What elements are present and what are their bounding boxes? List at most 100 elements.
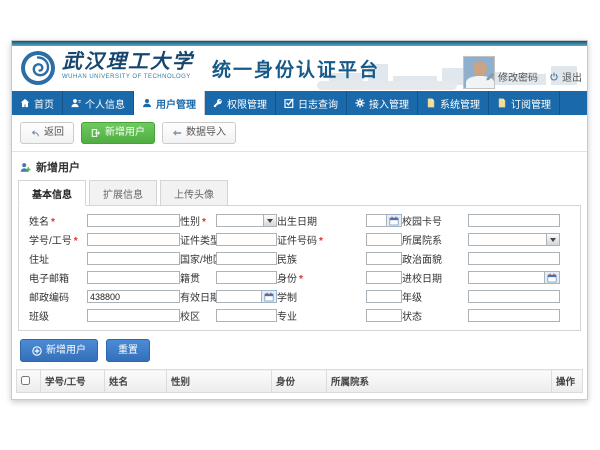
entry-date-input[interactable] [468,271,545,284]
nav-label: 接入管理 [369,96,409,111]
pencil-icon [485,72,495,82]
tab-upload-avatar[interactable]: 上传头像 [160,180,228,206]
import-arrow-icon [172,128,182,138]
submit-label: 新增用户 [46,345,86,356]
nav-item-permission-management[interactable]: 权限管理 [205,91,276,115]
field-label: 籍贯 [180,270,216,285]
name-input[interactable] [87,214,180,227]
data-import-button[interactable]: 数据导入 [162,122,236,144]
home-icon [20,98,30,108]
select-all-checkbox[interactable] [21,376,30,385]
label-text: 身份 [277,274,297,285]
col-student-id: 学号/工号 [41,370,105,393]
field-label: 学号/工号* [29,232,87,247]
section-header: 新增用户 [12,152,587,178]
doc-icon [426,98,436,108]
student-id-input[interactable] [87,233,180,246]
birth-date-input[interactable] [366,214,387,227]
country-region-input[interactable] [216,252,277,265]
ethnicity-input[interactable] [366,252,402,265]
label-text: 证件号码 [277,236,317,247]
address-input[interactable] [87,252,180,265]
app-window: 武汉理工大学 WUHAN UNIVERSITY OF TECHNOLOGY 统一… [11,40,588,400]
nav-item-home[interactable]: 首页 [12,91,63,115]
users-icon [142,98,152,108]
field-label: 有效日期 [180,289,216,304]
label-text: 有效日期 [180,293,220,304]
log-check-icon [284,98,294,108]
nav-label: 权限管理 [227,96,267,111]
major-input[interactable] [366,309,402,322]
field-label: 姓名* [29,213,87,228]
add-user-toolbar-button[interactable]: 新增用户 [81,122,155,144]
campus-input[interactable] [216,309,277,322]
field-label: 身份* [277,270,366,285]
class-input[interactable] [87,309,180,322]
identity-input[interactable] [366,271,402,284]
header-links: 修改密码 退出 [485,69,582,84]
required-asterisk: * [202,217,206,228]
field-label: 国家/地区 [180,251,216,266]
department-select-value[interactable] [468,233,547,246]
native-place-input[interactable] [216,271,277,284]
label-text: 专业 [277,312,297,323]
gender-select[interactable] [216,214,277,227]
label-text: 电子邮箱 [29,274,69,285]
chevron-down-icon[interactable] [547,233,560,246]
nav-label: 订阅管理 [511,96,551,111]
nav-item-log-query[interactable]: 日志查询 [276,91,347,115]
section-title: 新增用户 [36,159,80,175]
label-text: 班级 [29,312,49,323]
nav-item-user-management[interactable]: 用户管理 [134,91,205,115]
required-asterisk: * [74,236,78,247]
nav-item-access-management[interactable]: 接入管理 [347,91,418,115]
nav-item-system-management[interactable]: 系统管理 [418,91,489,115]
gear-icon [355,98,365,108]
submit-add-user-button[interactable]: 新增用户 [20,339,98,362]
required-asterisk: * [319,236,323,247]
change-password-label: 修改密码 [498,69,538,84]
id-number-input[interactable] [366,233,402,246]
education-system-input[interactable] [366,290,402,303]
label-text: 性别 [180,217,200,228]
grade-input[interactable] [468,290,560,303]
status-input[interactable] [468,309,560,322]
valid-date-input[interactable] [216,290,262,303]
toolbar: 返回 新增用户 数据导入 [12,115,587,152]
tab-basic-info[interactable]: 基本信息 [18,180,86,206]
table-header-row: 学号/工号 姓名 性别 身份 所属院系 操作 [17,370,583,393]
masthead: 武汉理工大学 WUHAN UNIVERSITY OF TECHNOLOGY 统一… [12,46,587,91]
label-text: 年级 [402,293,422,304]
label-text: 证件类型 [180,236,220,247]
field-label: 民族 [277,251,366,266]
reset-button[interactable]: 重置 [106,339,150,362]
label-text: 校区 [180,312,200,323]
birth-date-calendar-button[interactable] [387,214,402,227]
select-all-cell [17,370,41,393]
logout-link[interactable]: 退出 [549,69,582,84]
campus-card-input[interactable] [468,214,560,227]
chevron-down-icon[interactable] [264,214,277,227]
gender-select-value[interactable] [216,214,264,227]
nav-label: 个人信息 [85,96,125,111]
back-button[interactable]: 返回 [20,122,74,144]
id-type-input[interactable] [216,233,277,246]
university-name-cn: 武汉理工大学 [62,52,194,72]
department-select[interactable] [468,233,560,246]
key-icon [213,98,223,108]
main-nav: 首页 个人信息 用户管理 权限管理 日志查询 接入管理 系统管理 订阅管理 [12,91,587,115]
logout-label: 退出 [562,69,582,84]
nav-item-personal-info[interactable]: 个人信息 [63,91,134,115]
field-label: 政治面貌 [402,251,468,266]
valid-date-calendar-button[interactable] [262,290,277,303]
field-label: 进校日期 [402,270,468,285]
field-label: 学制 [277,289,366,304]
postal-code-input[interactable] [87,290,180,303]
nav-item-subscription-management[interactable]: 订阅管理 [489,91,560,115]
political-status-input[interactable] [468,252,560,265]
email-input[interactable] [87,271,180,284]
change-password-link[interactable]: 修改密码 [485,69,538,84]
tab-extended-info[interactable]: 扩展信息 [89,180,157,206]
entry-date-calendar-button[interactable] [545,271,560,284]
label-text: 住址 [29,255,49,266]
